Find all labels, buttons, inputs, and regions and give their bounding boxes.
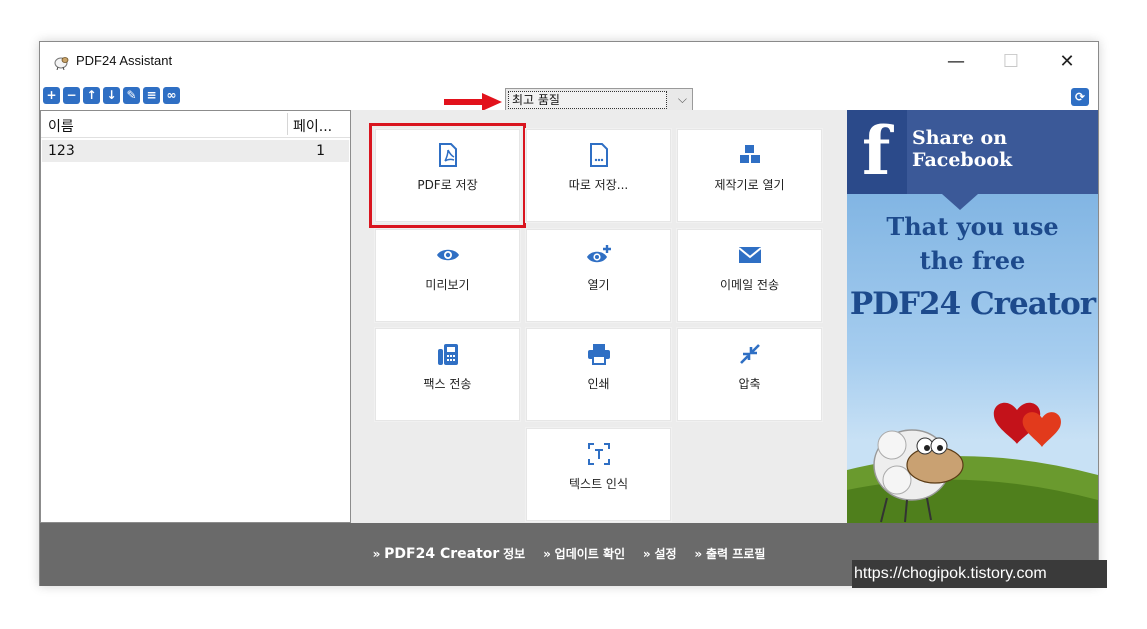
title-bar: PDF24 Assistant — ☐ ✕ [40, 42, 1098, 80]
tile-label: 따로 저장... [568, 178, 629, 192]
output-profiles-link[interactable]: » 출력 프로필 [694, 547, 765, 561]
pdf-file-icon [438, 143, 458, 167]
minimize-button[interactable]: — [933, 44, 979, 78]
sheep-illustration [847, 402, 1098, 523]
file-list[interactable]: 이름 페이... 123 1 [40, 110, 351, 523]
check-update-link[interactable]: » 업데이트 확인 [543, 547, 625, 561]
list-item[interactable]: 123 1 [42, 140, 349, 162]
tile-label: 텍스트 인식 [568, 477, 628, 491]
move-up-icon[interactable]: ↑ [83, 87, 100, 104]
tile-label: 압축 [738, 377, 761, 391]
ad-share-text: Share on Facebook [912, 127, 1013, 171]
edit-icon[interactable]: ✎ [123, 87, 140, 104]
quality-selected-value: 최고 품질 [508, 91, 667, 109]
save-as-pdf-button[interactable]: PDF로 저장 [369, 123, 526, 228]
add-icon[interactable]: + [43, 87, 60, 104]
red-arrow-icon [444, 93, 502, 111]
remove-icon[interactable]: − [63, 87, 80, 104]
facebook-logo: f [847, 110, 907, 194]
file-name: 123 [48, 143, 75, 159]
ad-line2: the free [919, 246, 1026, 275]
print-button[interactable]: 인쇄 [526, 328, 671, 421]
file-pages: 1 [316, 143, 325, 159]
tile-label: PDF로 저장 [417, 178, 478, 192]
facebook-letter: f [862, 112, 891, 190]
send-fax-button[interactable]: 팩스 전송 [375, 328, 520, 421]
envelope-icon [737, 243, 762, 267]
about-link[interactable]: » PDF24 Creator 정보 [373, 546, 526, 562]
send-email-button[interactable]: 이메일 전송 [677, 229, 822, 322]
move-down-icon[interactable]: ↓ [103, 87, 120, 104]
ad-creator-text: PDF24 Creator [849, 286, 1096, 322]
footer-brand: PDF24 Creator [384, 546, 500, 562]
file-toolbar: + − ↑ ↓ ✎ ≡ ∞ [43, 87, 180, 107]
compress-icon [739, 342, 761, 366]
column-header-name[interactable]: 이름 [48, 116, 74, 136]
tile-label: 인쇄 [587, 377, 610, 391]
column-divider[interactable] [287, 113, 288, 135]
refresh-icon[interactable]: ⟳ [1071, 88, 1089, 106]
save-separately-button[interactable]: 따로 저장... [526, 129, 671, 222]
list-icon[interactable]: ≡ [143, 87, 160, 104]
column-header-pages[interactable]: 페이... [293, 116, 332, 136]
heart-icon [993, 402, 1061, 447]
facebook-ad-banner[interactable]: f Share on Facebook That you use the fre… [847, 110, 1098, 523]
tile-label: 이메일 전송 [719, 278, 779, 292]
quality-select[interactable]: 최고 품질 ⌵ [505, 88, 693, 112]
list-header: 이름 페이... [41, 111, 350, 138]
pdf24-assistant-window: PDF24 Assistant — ☐ ✕ + − ↑ ↓ ✎ ≡ ∞ 최고 품… [39, 41, 1099, 586]
window-title: PDF24 Assistant [76, 53, 173, 68]
blog-watermark: https://chogipok.tistory.com [852, 560, 1107, 588]
chevron-down-icon: ⌵ [677, 92, 687, 106]
tile-label: 열기 [587, 278, 610, 292]
save-as-file-icon [589, 143, 609, 167]
ad-line1: That you use [886, 212, 1059, 241]
eye-plus-icon [586, 243, 612, 267]
settings-link[interactable]: » 설정 [643, 547, 677, 561]
tile-label: 제작기로 열기 [714, 178, 785, 192]
open-with-creator-button[interactable]: 제작기로 열기 [677, 129, 822, 222]
cubes-icon [738, 143, 762, 167]
maximize-button[interactable]: ☐ [988, 44, 1034, 78]
printer-icon [587, 342, 611, 366]
preview-button[interactable]: 미리보기 [375, 229, 520, 322]
open-button[interactable]: 열기 [526, 229, 671, 322]
combine-icon[interactable]: ∞ [163, 87, 180, 104]
eye-icon [436, 243, 460, 267]
compress-button[interactable]: 압축 [677, 328, 822, 421]
close-button[interactable]: ✕ [1044, 44, 1090, 78]
tile-label: 팩스 전송 [423, 377, 472, 391]
ocr-button[interactable]: 텍스트 인식 [526, 428, 671, 521]
ocr-text-icon [587, 442, 610, 466]
ad-speech-notch [942, 194, 978, 210]
fax-icon [437, 342, 459, 366]
sheep-app-icon [54, 57, 69, 70]
ad-header[interactable]: f Share on Facebook [847, 110, 1098, 194]
tile-label: 미리보기 [425, 278, 470, 292]
